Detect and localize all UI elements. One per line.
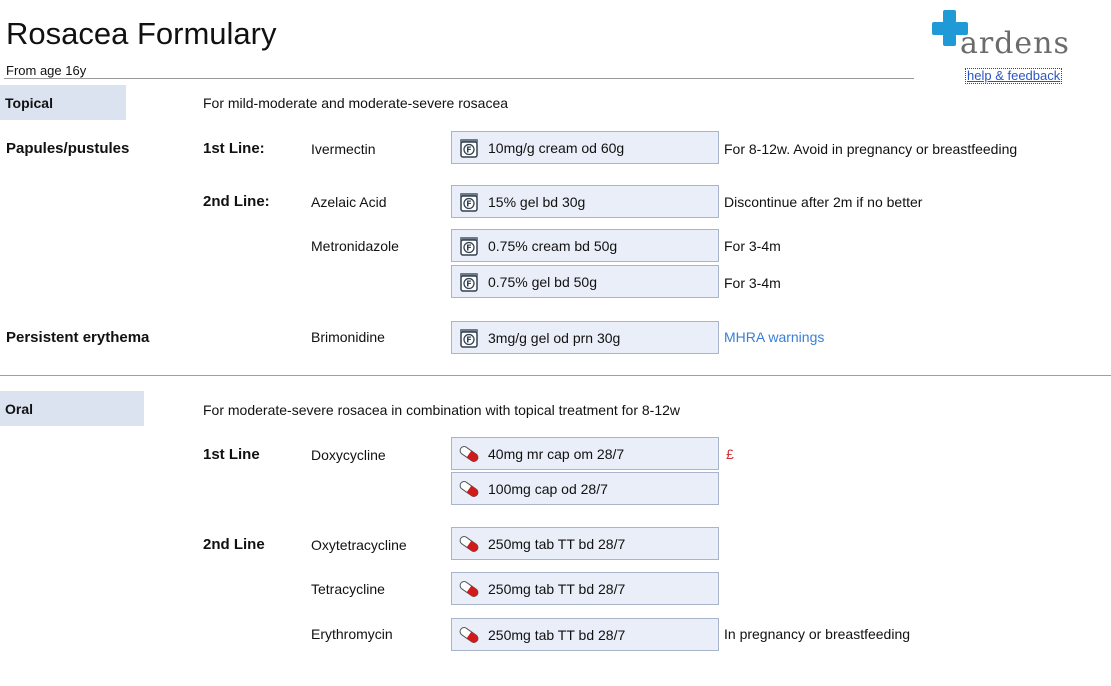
topical-description: For mild-moderate and moderate-severe ro…	[203, 95, 509, 111]
category-papules-pustules: Papules/pustules	[6, 140, 130, 157]
note-metronidazole-gel: For 3-4m	[724, 275, 781, 291]
rx-label: 15% gel bd 30g	[488, 193, 586, 210]
svg-text:F: F	[466, 145, 471, 154]
rx-oxytetracycline[interactable]: 250mg tab TT bd 28/7	[451, 527, 719, 560]
category-persistent-erythema: Persistent erythema	[6, 329, 150, 346]
drug-oxytetracycline: Oxytetracycline	[311, 537, 407, 553]
page-title: Rosacea Formulary	[6, 16, 277, 51]
rx-ivermectin[interactable]: F 10mg/g cream od 60g	[451, 131, 719, 164]
drug-azelaic-acid: Azelaic Acid	[311, 194, 387, 210]
note-metronidazole-cream: For 3-4m	[724, 238, 781, 254]
drug-doxycycline: Doxycycline	[311, 447, 386, 463]
drug-ivermectin: Ivermectin	[311, 141, 376, 157]
oral-description: For moderate-severe rosacea in combinati…	[203, 402, 680, 418]
rx-erythromycin[interactable]: 250mg tab TT bd 28/7	[451, 618, 719, 651]
price-flag: £	[726, 446, 734, 462]
rx-doxycycline-std[interactable]: 100mg cap od 28/7	[451, 472, 719, 505]
svg-text:F: F	[466, 335, 471, 344]
oral-first-line-label: 1st Line	[203, 446, 260, 463]
rx-label: 40mg mr cap om 28/7	[488, 445, 625, 462]
drug-erythromycin: Erythromycin	[311, 626, 393, 642]
help-feedback-link[interactable]: help & feedback	[965, 68, 1063, 84]
first-line-label: 1st Line:	[203, 140, 265, 157]
rx-label: 0.75% gel bd 50g	[488, 273, 597, 290]
formulary-jar-icon: F	[460, 328, 478, 348]
header-divider	[4, 78, 914, 79]
drug-tetracycline: Tetracycline	[311, 581, 385, 597]
rx-label: 250mg tab TT bd 28/7	[488, 580, 626, 597]
second-line-label: 2nd Line:	[203, 193, 270, 210]
svg-text:F: F	[466, 199, 471, 208]
rx-label: 250mg tab TT bd 28/7	[488, 535, 626, 552]
rx-label: 3mg/g gel od prn 30g	[488, 329, 621, 346]
rx-label: 250mg tab TT bd 28/7	[488, 626, 626, 643]
svg-text:F: F	[466, 243, 471, 252]
oral-second-line-label: 2nd Line	[203, 536, 265, 553]
rx-label: 10mg/g cream od 60g	[488, 139, 625, 156]
note-ivermectin: For 8-12w. Avoid in pregnancy or breastf…	[724, 141, 1018, 157]
note-erythromycin: In pregnancy or breastfeeding	[724, 626, 911, 642]
formulary-jar-icon: F	[460, 272, 478, 292]
capsule-icon	[459, 535, 479, 552]
rx-label: 0.75% cream bd 50g	[488, 237, 618, 254]
formulary-jar-icon: F	[460, 192, 478, 212]
drug-brimonidine: Brimonidine	[311, 329, 385, 345]
section-tab-topical: Topical	[0, 85, 126, 120]
capsule-icon	[459, 445, 479, 462]
rx-metronidazole-gel[interactable]: F 0.75% gel bd 50g	[451, 265, 719, 298]
capsule-icon	[459, 480, 479, 497]
drug-metronidazole: Metronidazole	[311, 238, 399, 254]
section-divider	[0, 375, 1111, 376]
rx-azelaic-acid[interactable]: F 15% gel bd 30g	[451, 185, 719, 218]
logo-text: ardens	[960, 26, 1070, 61]
formulary-jar-icon: F	[460, 138, 478, 158]
rx-metronidazole-cream[interactable]: F 0.75% cream bd 50g	[451, 229, 719, 262]
page-subtitle: From age 16y	[6, 63, 87, 78]
rx-label: 100mg cap od 28/7	[488, 480, 608, 497]
capsule-icon	[459, 626, 479, 643]
rx-tetracycline[interactable]: 250mg tab TT bd 28/7	[451, 572, 719, 605]
section-tab-oral: Oral	[0, 391, 144, 426]
mhra-warnings-link[interactable]: MHRA warnings	[724, 329, 824, 345]
rx-doxycycline-mr[interactable]: 40mg mr cap om 28/7	[451, 437, 719, 470]
capsule-icon	[459, 580, 479, 597]
svg-text:F: F	[466, 279, 471, 288]
rx-brimonidine[interactable]: F 3mg/g gel od prn 30g	[451, 321, 719, 354]
formulary-jar-icon: F	[460, 236, 478, 256]
note-azelaic-acid: Discontinue after 2m if no better	[724, 194, 923, 210]
